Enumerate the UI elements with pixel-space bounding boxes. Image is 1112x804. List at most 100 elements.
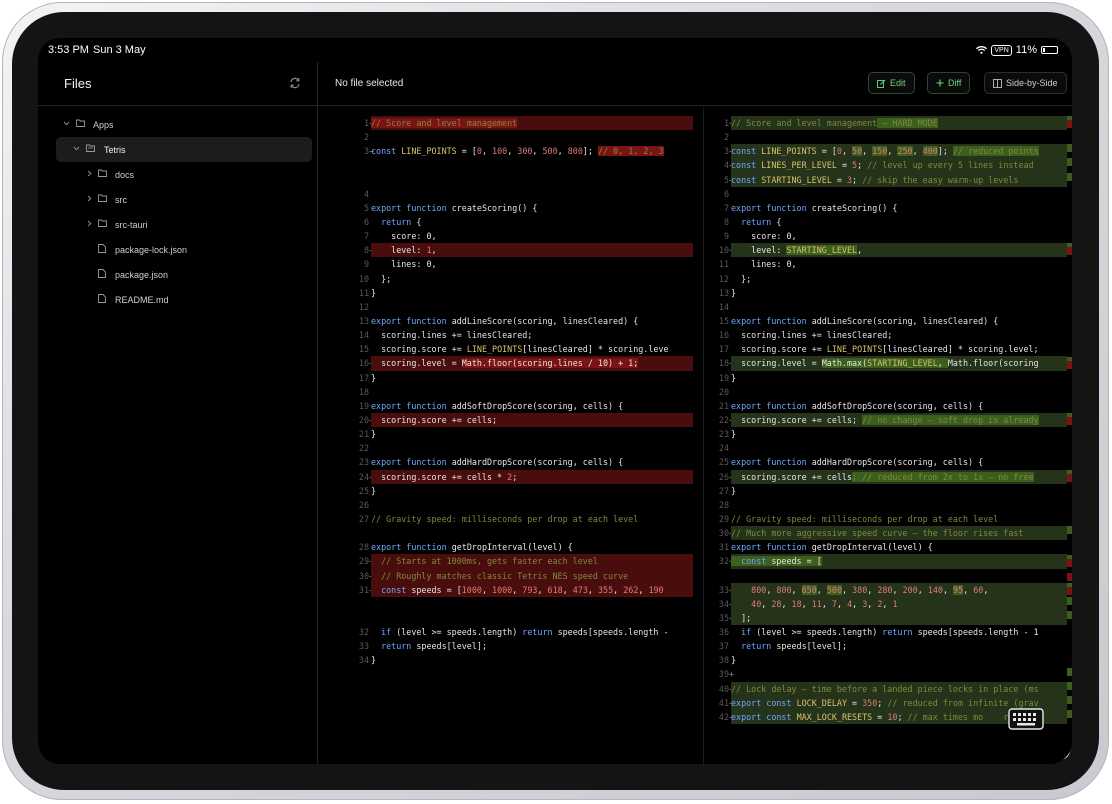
code-line[interactable]: 37 return speeds[level]; <box>715 639 1067 653</box>
code-line[interactable]: 8− level: 1, <box>355 243 693 258</box>
code-line[interactable]: 15 scoring.score += LINE_POINTS[linesCle… <box>355 342 693 356</box>
code-line[interactable]: 2 <box>715 130 1067 144</box>
code-line[interactable] <box>715 569 1067 583</box>
code-line[interactable]: 1+// Score and level management — HARD M… <box>715 116 1067 131</box>
code-line[interactable]: 34} <box>355 653 693 667</box>
code-line[interactable] <box>355 682 693 696</box>
code-line[interactable] <box>355 710 693 724</box>
code-line[interactable] <box>355 158 693 172</box>
code-line[interactable]: 40+// Lock delay — time before a landed … <box>715 681 1067 696</box>
keyboard-icon[interactable] <box>1008 708 1044 730</box>
code-line[interactable]: 30+// Much more aggressive speed curve —… <box>715 526 1067 541</box>
code-line[interactable]: 18+ scoring.level = Math.max(STARTING_LE… <box>715 356 1067 371</box>
tree-item-src[interactable]: src <box>38 187 318 212</box>
code-line[interactable] <box>355 526 693 540</box>
code-line[interactable]: 32+ const speeds = [ <box>715 554 1067 569</box>
code-line[interactable]: 27} <box>715 484 1067 498</box>
code-line[interactable]: 6 <box>715 187 1067 201</box>
diff-button[interactable]: Diff <box>927 72 971 94</box>
code-line[interactable]: 13 export function addLineScore(scoring, … <box>355 314 693 328</box>
code-line[interactable]: 38} <box>715 653 1067 667</box>
code-line[interactable]: 18 <box>355 385 693 399</box>
code-line[interactable]: 19 export function addSoftDropScore(scori… <box>355 399 693 413</box>
diff-view[interactable]: 1−// Score and level management23−const … <box>319 107 1072 764</box>
code-line[interactable]: 22 <box>355 441 693 455</box>
code-line[interactable] <box>355 597 693 611</box>
code-line[interactable]: 5 export function createScoring() { <box>355 201 693 215</box>
code-line[interactable]: 11} <box>355 286 693 300</box>
code-line[interactable]: 8 return { <box>715 215 1067 229</box>
code-line[interactable]: 10 }; <box>355 272 693 286</box>
code-line[interactable]: 5+const STARTING_LEVEL = 3; // skip the … <box>715 172 1067 187</box>
code-line[interactable] <box>355 611 693 625</box>
code-line[interactable]: 28 export function getDropInterval(level)… <box>355 540 693 554</box>
tree-item-src-tauri[interactable]: src-tauri <box>38 212 318 237</box>
code-line[interactable]: 33 return speeds[level]; <box>355 639 693 653</box>
code-line[interactable]: 15 export function addLineScore(scoring, … <box>715 314 1067 328</box>
side-by-side-button[interactable]: Side-by-Side <box>984 72 1067 94</box>
code-line[interactable] <box>355 173 693 187</box>
code-line[interactable]: 21} <box>355 427 693 441</box>
code-line[interactable]: 16− scoring.level = Math.floor(scoring.l… <box>355 356 693 371</box>
tree-item-readme-md[interactable]: README.md <box>38 287 318 312</box>
code-line[interactable] <box>355 696 693 710</box>
code-line[interactable]: 3− const LINE_POINTS = [0, 100, 300, 500,… <box>355 144 693 158</box>
code-line[interactable]: 25} <box>355 484 693 498</box>
code-line[interactable]: 19} <box>715 371 1067 385</box>
code-line[interactable]: 33+ 800, 800, 650, 500, 380, 280, 200, 1… <box>715 582 1067 597</box>
code-line[interactable]: 35+ ]; <box>715 610 1067 626</box>
code-line[interactable]: 31− const speeds = [1000, 1000, 793, 618… <box>355 582 693 597</box>
code-line[interactable]: 26 <box>355 498 693 512</box>
edit-button[interactable]: Edit <box>868 72 915 94</box>
code-line[interactable]: 27// Gravity speed: milliseconds per dro… <box>355 512 693 526</box>
code-line[interactable]: 3+const LINE_POINTS = [0, 50, 150, 250, … <box>715 144 1067 159</box>
code-line[interactable]: 14 scoring.lines += linesCleared; <box>355 328 693 342</box>
code-line[interactable]: 31 export function getDropInterval(level)… <box>715 540 1067 554</box>
code-line[interactable]: 22+ scoring.score += cells; // no change… <box>715 412 1067 428</box>
code-line[interactable]: 7 export function createScoring() { <box>715 201 1067 215</box>
code-line[interactable]: 25 export function addHardDropScore(scori… <box>715 455 1067 469</box>
code-line[interactable]: 17 scoring.score += LINE_POINTS[linesCle… <box>715 342 1067 356</box>
code-line[interactable]: 32 if (level >= speeds.length) return sp… <box>355 625 693 639</box>
code-line[interactable]: 23} <box>715 427 1067 441</box>
code-line[interactable]: 28 <box>715 498 1067 512</box>
code-line[interactable]: 36 if (level >= speeds.length) return sp… <box>715 625 1067 639</box>
code-line[interactable]: 21 export function addSoftDropScore(scori… <box>715 399 1067 413</box>
diff-minimap[interactable] <box>1067 116 1072 736</box>
code-line[interactable]: 9 score: 0, <box>715 229 1067 243</box>
tree-item-package-json[interactable]: package.json <box>38 262 318 287</box>
code-line[interactable]: 10+ level: STARTING_LEVEL, <box>715 243 1067 258</box>
tree-item-package-lock-json[interactable]: package-lock.json <box>38 237 318 262</box>
code-line[interactable]: 4+const LINES_PER_LEVEL = 5; // level up… <box>715 158 1067 173</box>
code-line[interactable]: 1−// Score and level management <box>355 116 693 131</box>
code-line[interactable]: 13} <box>715 286 1067 300</box>
code-line[interactable]: 2 <box>355 130 693 144</box>
diff-pane-modified[interactable]: 1 + // Score and level management — HARD M… <box>715 116 1067 725</box>
code-line[interactable]: 23 export function addHardDropScore(scori… <box>355 455 693 469</box>
tree-item-tetris[interactable]: Tetris <box>56 137 312 162</box>
code-line[interactable] <box>355 667 693 681</box>
code-line[interactable]: 7 score: 0, <box>355 229 693 243</box>
code-line[interactable]: 39 + <box>715 667 1067 681</box>
code-line[interactable]: 11 lines: 0, <box>715 257 1067 271</box>
code-line[interactable]: 29// Gravity speed: milliseconds per dro… <box>715 512 1067 526</box>
code-line[interactable]: 30− // Roughly matches classic Tetris NE… <box>355 568 693 583</box>
code-line[interactable]: 29− // Starts at 1000ms, gets faster eac… <box>355 554 693 569</box>
tree-item-apps[interactable]: Apps <box>38 112 318 137</box>
code-line[interactable]: 24 <box>715 441 1067 455</box>
tree-item-docs[interactable]: docs <box>38 162 318 187</box>
code-line[interactable]: 4 <box>355 187 693 201</box>
code-line[interactable]: 34+ 40, 28, 18, 11, 7, 4, 3, 2, 1 <box>715 596 1067 611</box>
code-line[interactable]: 20− scoring.score += cells; <box>355 412 693 428</box>
code-line[interactable]: 6 return { <box>355 215 693 229</box>
code-line[interactable]: 9 lines: 0, <box>355 257 693 271</box>
code-line[interactable]: 16 scoring.lines += linesCleared; <box>715 328 1067 342</box>
code-line[interactable]: 14 <box>715 300 1067 314</box>
code-line[interactable]: 17} <box>355 371 693 385</box>
code-line[interactable]: 20 <box>715 385 1067 399</box>
code-line[interactable]: 12 }; <box>715 272 1067 286</box>
code-line[interactable]: 26+ scoring.score += cells; // reduced f… <box>715 469 1067 484</box>
code-line[interactable]: 24− scoring.score += cells * 2; <box>355 469 693 484</box>
code-line[interactable]: 12 <box>355 300 693 314</box>
refresh-icon[interactable] <box>289 77 301 89</box>
